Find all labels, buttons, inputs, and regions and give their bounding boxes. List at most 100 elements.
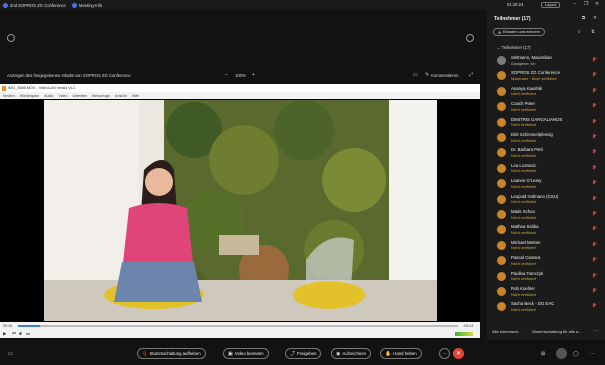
vlc-menu-item[interactable]: Video	[58, 94, 67, 98]
participant-name: Pascal Camara	[511, 255, 541, 261]
participant-item[interactable]: SOPROS ZG Conference Moderator · Nicht ve…	[497, 69, 605, 83]
expand-icon[interactable]: ⤢	[469, 72, 473, 78]
participant-name: Seltmann, Maximilian	[511, 55, 552, 60]
record-button[interactable]: ◉ Aufzeichnen	[331, 348, 372, 359]
share-label: Anzeigen des freigegebenen Inhalts von S…	[7, 72, 131, 78]
comment-button[interactable]: ✎ Kommentieren	[425, 72, 458, 78]
chat-bubble-icon[interactable]: ▭	[8, 351, 13, 357]
share-button[interactable]: ⤴ Freigeben	[285, 348, 322, 359]
vlc-menu-item[interactable]: Ansicht	[115, 94, 127, 98]
info-icon	[71, 2, 77, 8]
volume-slider[interactable]	[455, 332, 473, 336]
participant-status: Nicht verifiziert	[511, 138, 536, 143]
apps-icon[interactable]: ⊞	[541, 351, 545, 357]
next-icon[interactable]: ⏭	[26, 331, 30, 336]
participant-status: Nicht verifiziert	[511, 215, 536, 220]
prev-icon[interactable]: ⏮	[12, 331, 16, 336]
avatar	[497, 86, 506, 96]
invite-button[interactable]: ⊕ Einladen und erinnern	[493, 28, 546, 36]
vlc-menu-item[interactable]: Hilfe	[132, 94, 139, 98]
more-icon[interactable]: ⋯	[594, 328, 599, 334]
zoom-in-button[interactable]: +	[252, 72, 255, 78]
participant-item[interactable]: Sacha Beck - DG EAC Nicht verifiziert	[497, 300, 605, 314]
vlc-menu-item[interactable]: Audio	[44, 94, 53, 98]
close-panel-icon[interactable]: ✕	[593, 15, 597, 21]
participant-item[interactable]: Paulina Tomczyk Nicht verifiziert	[497, 270, 605, 284]
participant-status: Moderator · Nicht verifiziert	[511, 76, 557, 81]
unmute-button[interactable]: 🎙 Stummschaltung aufheben	[137, 348, 206, 359]
participant-item[interactable]: Ananya Kaushik Nicht verifiziert	[497, 85, 605, 99]
participant-item[interactable]: Mads Schou Nicht verifiziert	[497, 208, 605, 222]
avatar	[497, 148, 506, 158]
participant-name: Ananya Kaushik	[511, 85, 543, 91]
more-options-button[interactable]: ···	[439, 348, 450, 359]
participant-item[interactable]: Dirk Schimmelpfennig Nicht verifiziert	[497, 131, 605, 145]
vlc-title-bar: IMG_3585.MOV - VideoLAN media VLC	[0, 84, 480, 92]
mute-on-entry-button[interactable]: Stummschaltung für alle a...	[532, 329, 582, 334]
forward-circle-icon[interactable]	[466, 34, 474, 42]
meeting-info-label: Meeting-Info	[78, 2, 103, 8]
vlc-menu-item[interactable]: Werkzeuge	[92, 94, 110, 98]
play-icon[interactable]: ▶	[3, 331, 6, 337]
participant-item[interactable]: Pascal Camara Nicht verifiziert	[497, 254, 605, 268]
muted-mic-icon	[592, 57, 596, 63]
avatar	[497, 117, 506, 127]
popout-icon[interactable]: ⧉	[582, 15, 585, 20]
vlc-menu-item[interactable]: Medien	[3, 94, 15, 98]
vlc-menu-item[interactable]: Wiedergabe	[20, 94, 39, 98]
muted-mic-icon	[592, 288, 596, 294]
screen-icon[interactable]: ▭	[413, 72, 418, 78]
stop-video-button[interactable]: ▣ Video beenden	[223, 348, 269, 359]
back-arrow-icon[interactable]	[7, 34, 15, 42]
leave-meeting-button[interactable]: ✕	[453, 348, 464, 359]
participant-status: Gastgeber, ich	[511, 61, 536, 66]
meeting-info-tab[interactable]: Meeting-Info	[71, 2, 103, 8]
seek-track[interactable]	[18, 325, 458, 327]
restore-icon[interactable]: ❐	[584, 1, 588, 7]
search-icon[interactable]: ⌕	[578, 29, 581, 34]
zoom-out-button[interactable]: −	[225, 72, 228, 78]
participants-icon[interactable]	[556, 348, 567, 359]
participant-item[interactable]: Lea Lozancic Nicht verifiziert	[497, 162, 605, 176]
participant-item[interactable]: Coach Peter Nicht verifiziert	[497, 100, 605, 114]
avatar	[497, 256, 506, 266]
sort-icon[interactable]: ⇅	[591, 29, 595, 35]
participant-item[interactable]: DIMITRIS GARGALIANOS Nicht verifiziert	[497, 116, 605, 130]
participant-item[interactable]: Rob Koehler Nicht verifiziert	[497, 285, 605, 299]
stop-icon[interactable]: ■	[19, 331, 22, 336]
participant-status: Nicht verifiziert	[511, 307, 536, 312]
vlc-controls: ▶ ⏮ ■ ⏭	[0, 330, 480, 338]
vlc-title: IMG_3585.MOV - VideoLAN media VLC	[8, 86, 76, 90]
meeting-title: 2nd SOPROS ZG Conference	[10, 2, 66, 8]
elapsed-time: 00:16	[3, 323, 12, 328]
vlc-menu-item[interactable]: Untertitel	[73, 94, 87, 98]
participant-item[interactable]: Michael Merten Nicht verifiziert	[497, 239, 605, 253]
mute-all-button[interactable]: Alle stummsch...	[492, 329, 521, 334]
participant-item[interactable]: Leopold Hofmann (GSU) Nicht verifiziert	[497, 193, 605, 207]
layout-button[interactable]: Layout	[541, 1, 561, 8]
participant-group-header[interactable]: ⌄ Teilnehmer (17)	[497, 45, 531, 50]
participant-item[interactable]: Leanne O'Leary Nicht verifiziert	[497, 177, 605, 191]
avatar	[497, 194, 506, 204]
avatar	[497, 133, 506, 142]
avatar	[497, 56, 506, 65]
more-icon[interactable]: ⋯	[590, 351, 595, 357]
video-scene	[44, 100, 437, 321]
participant-status: Nicht verifiziert	[511, 123, 536, 128]
vlc-seek-bar[interactable]: 00:16 -05:43	[0, 322, 480, 330]
participant-name: Michael Merten	[511, 239, 541, 245]
raise-hand-button[interactable]: ✋ Hand heben	[380, 348, 422, 359]
close-icon[interactable]: ✕	[595, 1, 599, 7]
meeting-tab[interactable]: 2nd SOPROS ZG Conference	[3, 2, 66, 8]
more-options-icon: ···	[442, 351, 447, 356]
chat-icon[interactable]: ◯	[573, 351, 579, 357]
participant-item[interactable]: Seltmann, Maximilian Gastgeber, ich	[497, 54, 605, 68]
share-label-bottom: Freigeben	[297, 351, 317, 356]
participant-item[interactable]: Mathea Saliba Nicht verifiziert	[497, 223, 605, 237]
avatar	[497, 225, 506, 235]
participant-item[interactable]: Dr. Barbara Petri Nicht verifiziert	[497, 146, 605, 160]
avatar	[497, 163, 506, 173]
minimize-icon[interactable]: –	[573, 1, 576, 7]
muted-mic-icon	[592, 272, 596, 279]
participant-status: Nicht verifiziert	[511, 92, 536, 97]
